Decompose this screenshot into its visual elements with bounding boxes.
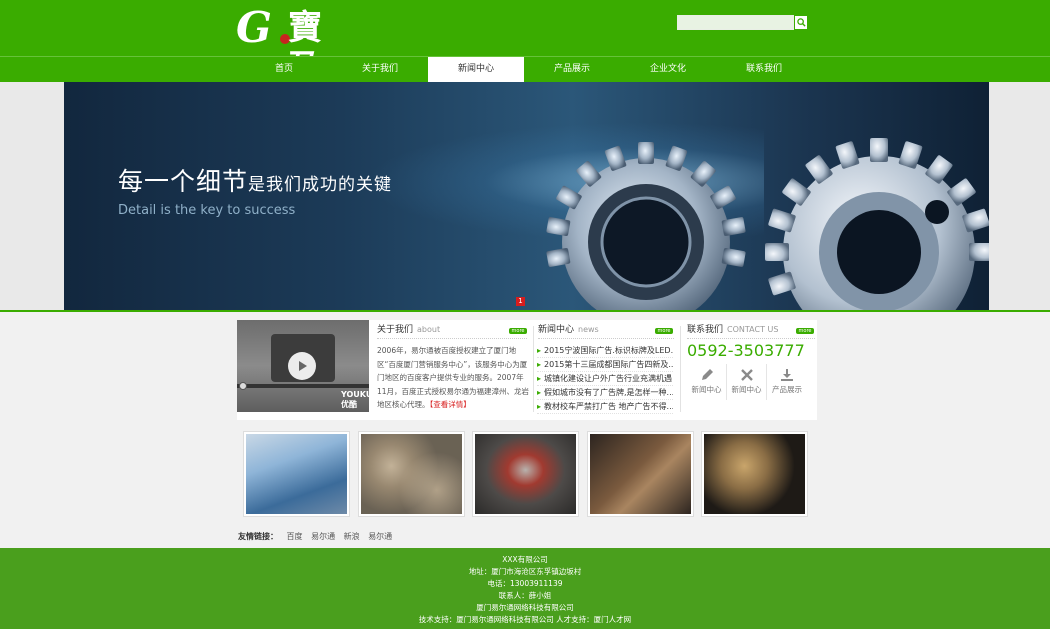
about-more-button[interactable]: more — [509, 328, 527, 334]
site-footer: XXX有限公司 地址：厦门市海沧区东孚镇边坂村 电话：13003911139 联… — [0, 548, 1050, 629]
product-gallery — [243, 431, 816, 517]
news-item[interactable]: ▸ 教材校车严禁打广告 地产广告不得... — [537, 400, 673, 414]
footer-support: 技术支持：厦门易尔通网络科技有限公司 人才支持：厦门人才网 — [418, 615, 632, 624]
pencil-icon — [701, 369, 713, 380]
quick-link-news-2[interactable]: 新闻中心 — [727, 364, 767, 400]
banner-title: 每一个细节是我们成功的关键 — [118, 162, 392, 198]
contact-title: 联系我们 — [687, 325, 724, 335]
nav-item-home[interactable]: 首页 — [236, 57, 332, 82]
site-logo[interactable]: G 寶盈 — [236, 3, 356, 89]
content-panel: YOUKU 优酷 关于我们about more 2006年，易尔通被百度授权建立… — [237, 320, 817, 420]
banner-area: 每一个细节是我们成功的关键 Detail is the key to succe… — [0, 82, 1050, 310]
footer-phone: 电话：13003911139 — [487, 579, 563, 588]
news-header: 新闻中心 news — [538, 321, 674, 339]
gallery-image — [704, 434, 805, 514]
arrow-icon: ▸ — [537, 346, 542, 355]
gallery-image — [589, 434, 691, 514]
gallery-thumb[interactable] — [357, 431, 465, 517]
about-text: 2006年，易尔通被百度授权建立了厦门地区“百度厦门营销服务中心”，该服务中心为… — [377, 344, 532, 412]
search-box — [677, 15, 808, 30]
about-title: 关于我们 — [377, 325, 414, 335]
quick-link-news[interactable]: 新闻中心 — [687, 364, 727, 400]
search-input[interactable] — [677, 15, 794, 30]
quick-links: 新闻中心 新闻中心 产品展示 — [687, 364, 807, 400]
play-icon — [299, 361, 307, 371]
banner-title-large: 每一个细节 — [118, 167, 249, 196]
arrow-icon: ▸ — [537, 402, 542, 411]
news-item[interactable]: ▸ 假如城市没有了广告牌,是怎样一种... — [537, 386, 673, 400]
footer-company: XXX有限公司 — [502, 555, 548, 564]
site-header: G 寶盈 — [0, 0, 1050, 89]
friend-link[interactable]: 新浪 — [344, 532, 360, 541]
news-title-en: news — [578, 325, 599, 334]
contact-phone: 0592-3503777 — [687, 341, 805, 360]
search-icon — [796, 18, 806, 27]
banner-pager-dot[interactable]: 1 — [516, 297, 525, 306]
nav-item-culture[interactable]: 企业文化 — [620, 57, 716, 82]
divider-line — [0, 310, 1050, 312]
friend-links: 友情链接： 百度 易尔通 新浪 易尔通 — [238, 531, 392, 542]
about-title-en: about — [417, 325, 441, 334]
gallery-thumb[interactable] — [586, 431, 694, 517]
download-icon — [781, 369, 793, 381]
contact-more-button[interactable]: more — [796, 328, 814, 334]
nav-item-about[interactable]: 关于我们 — [332, 57, 428, 82]
gallery-image — [360, 434, 462, 514]
gallery-thumb[interactable] — [472, 431, 579, 517]
news-item[interactable]: ▸ 2015宁波国际广告.标识标牌及LED... — [537, 344, 673, 358]
news-item[interactable]: ▸ 2015第十三届成都国际广告四新及... — [537, 358, 673, 372]
footer-contact: 联系人：薛小姐 — [498, 591, 552, 600]
video-player[interactable]: YOUKU 优酷 — [237, 320, 369, 412]
gallery-image — [246, 434, 347, 514]
gallery-thumb[interactable] — [701, 431, 808, 517]
nav-item-products[interactable]: 产品展示 — [524, 57, 620, 82]
about-detail-link[interactable]: 【查看详情】 — [430, 400, 471, 409]
footer-org: 厦门易尔通网络科技有限公司 — [476, 603, 574, 612]
about-header: 关于我们 about — [377, 321, 527, 339]
video-progress-knob[interactable] — [239, 382, 247, 390]
news-item[interactable]: ▸ 城镇化建设让户外广告行业充满机遇 — [537, 372, 673, 386]
friend-links-label: 友情链接： — [238, 532, 278, 541]
news-title: 新闻中心 — [538, 325, 575, 335]
search-button[interactable] — [794, 15, 808, 30]
arrow-icon: ▸ — [537, 360, 542, 369]
video-brand: YOUKU 优酷 — [341, 390, 369, 409]
quick-link-products[interactable]: 产品展示 — [767, 364, 807, 400]
gallery-thumb[interactable] — [243, 431, 350, 517]
gallery-image — [475, 434, 576, 514]
video-progress-bar[interactable] — [237, 384, 369, 388]
main-nav: 首页 关于我们 新闻中心 产品展示 企业文化 联系我们 — [0, 56, 1050, 82]
nav-item-news[interactable]: 新闻中心 — [428, 57, 524, 82]
news-list: ▸ 2015宁波国际广告.标识标牌及LED... ▸ 2015第十三届成都国际广告四… — [537, 344, 673, 414]
nav-item-contact[interactable]: 联系我们 — [716, 57, 812, 82]
tools-icon — [740, 369, 753, 381]
friend-link[interactable]: 百度 — [287, 532, 303, 541]
banner-title-small: 是我们成功的关键 — [248, 175, 393, 195]
arrow-icon: ▸ — [537, 388, 542, 397]
contact-title-en: CONTACT US — [727, 325, 779, 334]
news-more-button[interactable]: more — [655, 328, 673, 334]
friend-link[interactable]: 易尔通 — [368, 532, 392, 541]
friend-link[interactable]: 易尔通 — [311, 532, 335, 541]
banner-subtitle: Detail is the key to success — [118, 203, 296, 218]
logo-mark: G — [236, 3, 272, 52]
banner-slide[interactable]: 每一个细节是我们成功的关键 Detail is the key to succe… — [64, 82, 989, 310]
footer-address: 地址：厦门市海沧区东孚镇边坂村 — [468, 567, 582, 576]
arrow-icon: ▸ — [537, 374, 542, 383]
play-button[interactable] — [288, 352, 316, 380]
